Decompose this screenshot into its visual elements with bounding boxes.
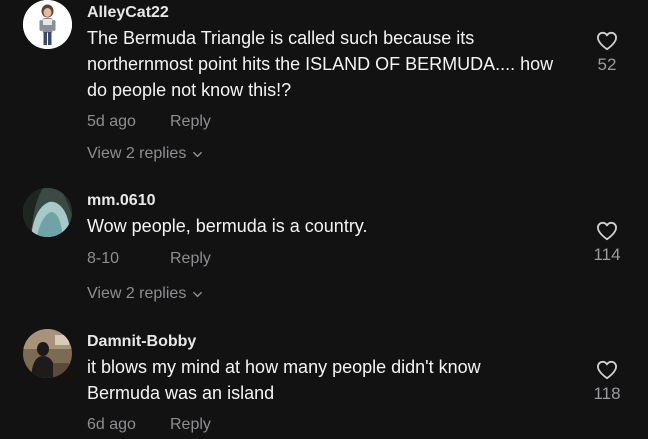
- avatar[interactable]: [23, 329, 72, 378]
- comment-text: Wow people, bermuda is a country.: [87, 216, 368, 236]
- avatar[interactable]: [23, 0, 72, 49]
- like-count: 114: [593, 245, 621, 264]
- reply-button[interactable]: Reply: [170, 113, 211, 131]
- comment-date: 6d ago: [87, 416, 136, 433]
- chevron-down-icon: [193, 291, 203, 297]
- heart-outline-icon: [597, 360, 617, 380]
- like-button[interactable]: 114: [587, 221, 627, 265]
- like-button[interactable]: 52: [587, 31, 627, 75]
- comment-username[interactable]: mm.0610: [87, 192, 156, 210]
- comments-panel: AlleyCat22 The Bermuda Triangle is calle…: [0, 0, 648, 439]
- comment-date: 8-10: [87, 250, 120, 267]
- comment-username[interactable]: Damnit-Bobby: [87, 333, 196, 351]
- view-replies-label: View 2 replies: [87, 145, 187, 162]
- comment-text: it blows my mind at how many people didn…: [87, 357, 481, 403]
- reply-button[interactable]: Reply: [170, 250, 211, 268]
- chevron-down-icon: [193, 151, 203, 157]
- comment-date: 5d ago: [87, 113, 136, 130]
- view-replies-label: View 2 replies: [87, 285, 187, 302]
- comment-username[interactable]: AlleyCat22: [87, 4, 169, 22]
- cave-landscape-avatar-image: [23, 188, 72, 237]
- avatar[interactable]: [23, 188, 72, 237]
- person-standing-avatar-image: [23, 0, 72, 49]
- comment-text: The Bermuda Triangle is called such beca…: [87, 28, 554, 100]
- view-replies-button[interactable]: View 2 replies: [87, 145, 203, 163]
- reply-button[interactable]: Reply: [170, 416, 211, 434]
- like-count: 52: [597, 55, 617, 74]
- heart-outline-icon: [597, 221, 617, 241]
- view-replies-button[interactable]: View 2 replies: [87, 285, 203, 303]
- like-count: 118: [593, 384, 621, 403]
- heart-outline-icon: [597, 31, 617, 51]
- person-seated-avatar-image: [23, 329, 72, 378]
- like-button[interactable]: 118: [587, 360, 627, 404]
